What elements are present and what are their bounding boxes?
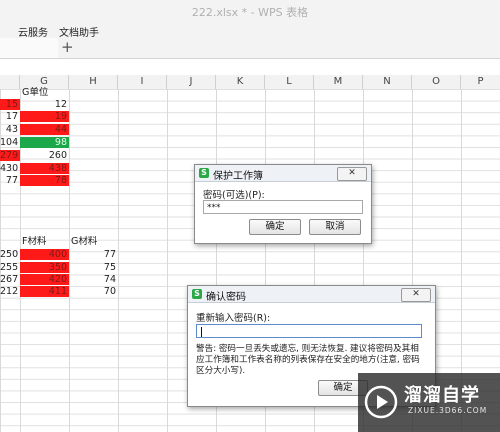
- watermark-url: ZIXUE.3D66.COM: [408, 406, 488, 415]
- column-header-m[interactable]: M: [314, 75, 363, 89]
- cell-f-row2[interactable]: 17: [0, 111, 20, 122]
- tab-workbook[interactable]: [0, 38, 58, 58]
- column-header-row: G H I J K L M N O P: [0, 75, 500, 90]
- cell-f2-header[interactable]: F材料: [20, 236, 69, 247]
- title-bar: 222.xlsx * - WPS 表格: [0, 0, 500, 22]
- dialog-title-bar[interactable]: S 保护工作簿 ✕: [195, 165, 371, 182]
- column-header-k[interactable]: K: [216, 75, 265, 89]
- reenter-password-label: 重新输入密码(R):: [196, 313, 271, 324]
- grid-line: [69, 89, 70, 432]
- cell-g2-row2[interactable]: 75: [69, 262, 118, 273]
- cell-f-row7[interactable]: 77: [0, 175, 20, 186]
- cell-g-row4[interactable]: 98: [20, 137, 69, 148]
- reenter-password-input[interactable]: [196, 324, 422, 338]
- cell-e2-row2[interactable]: 255: [0, 262, 20, 273]
- dialog-title: 保护工作簿: [213, 171, 263, 182]
- cell-g-row3[interactable]: 44: [20, 124, 69, 135]
- menu-cloud-service[interactable]: 云服务: [18, 24, 48, 39]
- close-icon[interactable]: ✕: [401, 288, 431, 302]
- window-title: 222.xlsx * - WPS 表格: [191, 6, 309, 19]
- cell-f2-row4[interactable]: 411: [20, 286, 69, 297]
- cell-e2-row3[interactable]: 267: [0, 274, 20, 285]
- close-icon[interactable]: ✕: [337, 167, 367, 181]
- column-header-p[interactable]: P: [461, 75, 500, 89]
- cell-g-row2[interactable]: 19: [20, 111, 69, 122]
- wps-logo-icon: S: [192, 289, 202, 299]
- cell-f2-row2[interactable]: 350: [20, 262, 69, 273]
- cell-g-row7[interactable]: 78: [20, 175, 69, 186]
- menu-bar: 云服务 文档助手: [0, 22, 500, 39]
- protect-workbook-dialog: S 保护工作簿 ✕ 密码(可选)(P): *** 确定 取消: [194, 164, 372, 244]
- play-logo-icon: [364, 385, 398, 419]
- grid-line: [167, 89, 168, 432]
- cell-f-row3[interactable]: 43: [0, 124, 20, 135]
- watermark-overlay: 溜溜自学 ZIXUE.3D66.COM: [358, 373, 500, 432]
- cell-e2-row4[interactable]: 212: [0, 286, 20, 297]
- grid-line: [118, 89, 119, 432]
- cell-g-row6[interactable]: 438: [20, 163, 69, 174]
- column-header-o[interactable]: O: [412, 75, 461, 89]
- cell-g2-header[interactable]: G材料: [69, 236, 118, 247]
- cell-f2-row1[interactable]: 400: [20, 249, 69, 260]
- cancel-button[interactable]: 取消: [309, 219, 361, 235]
- wps-logo-icon: S: [199, 168, 209, 178]
- dialog-title-bar[interactable]: S 确认密码 ✕: [188, 286, 435, 303]
- menu-doc-assistant[interactable]: 文档助手: [59, 24, 99, 39]
- column-header-j[interactable]: J: [167, 75, 216, 89]
- cell-g2-row1[interactable]: 77: [69, 249, 118, 260]
- column-header-l[interactable]: L: [265, 75, 314, 89]
- cell-f-row5[interactable]: 279: [0, 150, 20, 161]
- ok-button[interactable]: 确定: [249, 219, 301, 235]
- column-header-h[interactable]: H: [69, 75, 118, 89]
- cell-g2-row3[interactable]: 74: [69, 274, 118, 285]
- cell-e2-row1[interactable]: 250: [0, 249, 20, 260]
- password-input[interactable]: ***: [203, 200, 363, 214]
- cell-g-header[interactable]: G单位: [20, 87, 69, 98]
- dialog-title: 确认密码: [206, 292, 246, 303]
- cell-f2-row3[interactable]: 420: [20, 274, 69, 285]
- watermark-brand: 溜溜自学: [404, 385, 480, 406]
- column-header-f[interactable]: [0, 75, 20, 89]
- cell-g-row1[interactable]: 12: [20, 99, 69, 110]
- cell-f-row1[interactable]: 15: [0, 99, 20, 110]
- column-header-n[interactable]: N: [363, 75, 412, 89]
- tab-bar: +: [0, 38, 500, 59]
- new-tab-button[interactable]: +: [61, 38, 74, 56]
- formula-bar: [0, 59, 500, 76]
- cell-f-row4[interactable]: 104: [0, 137, 20, 148]
- cell-g-row5[interactable]: 260: [20, 150, 69, 161]
- password-label: 密码(可选)(P):: [203, 190, 265, 201]
- cell-g2-row4[interactable]: 70: [69, 286, 118, 297]
- text-cursor: [201, 327, 202, 337]
- column-header-i[interactable]: I: [118, 75, 167, 89]
- cell-f-row6[interactable]: 430: [0, 163, 20, 174]
